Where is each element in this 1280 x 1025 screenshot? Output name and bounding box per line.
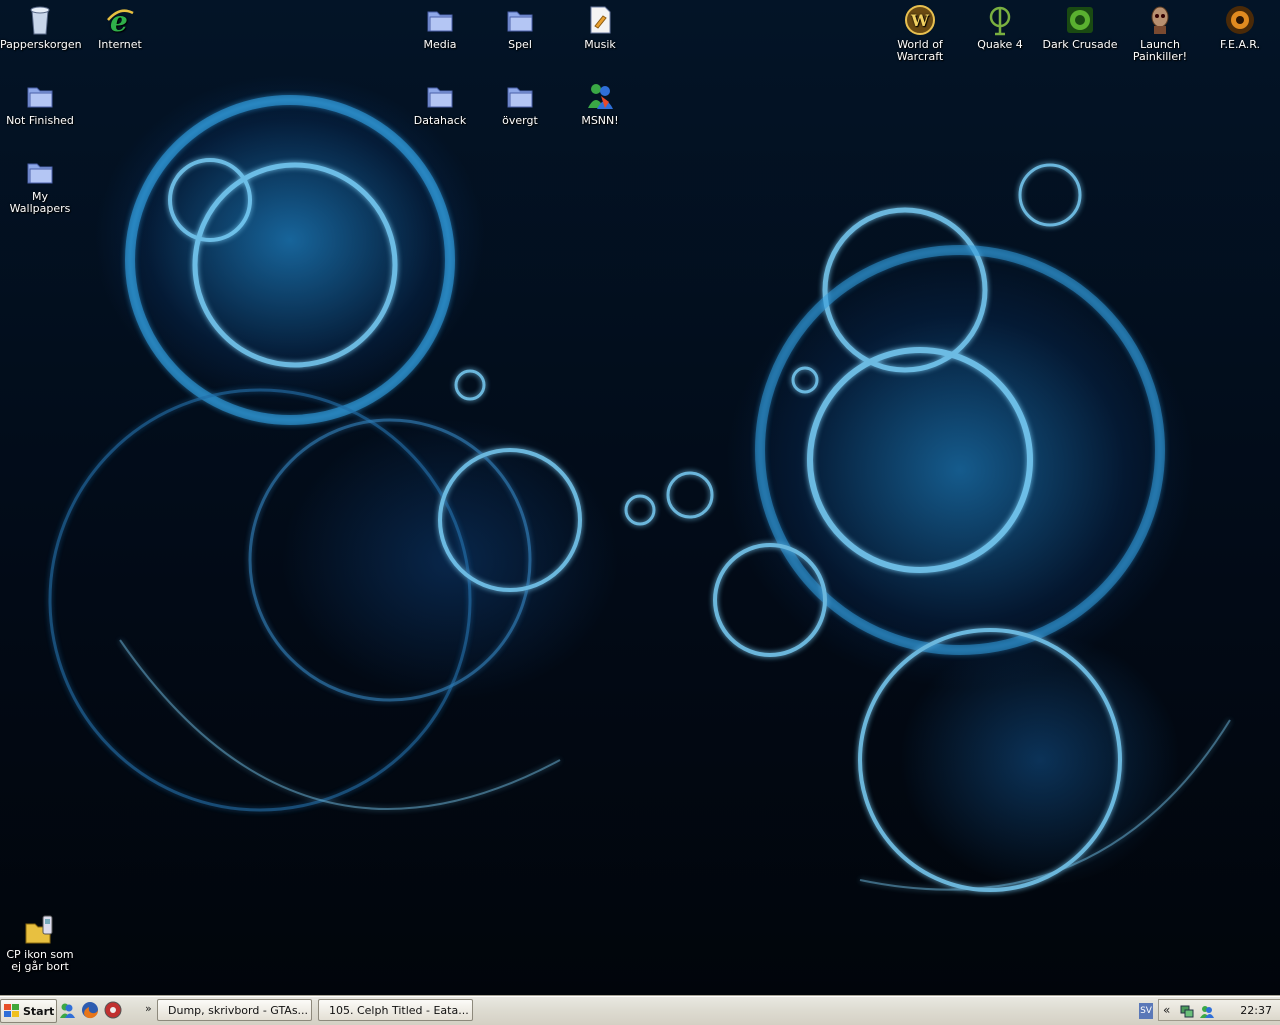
wallpaper-bubbles-art <box>48 95 1231 892</box>
desktop-icon-dark-crusade[interactable]: Dark Crusade <box>1040 4 1120 51</box>
desktop-icon-label: Not Finished <box>6 114 74 127</box>
messenger-tray-icon[interactable] <box>1199 1003 1215 1019</box>
desktop-icon-label: CP ikon som ej går bort <box>6 948 74 973</box>
desktop-icon-cp-ikon[interactable]: CP ikon som ej går bort <box>0 914 80 973</box>
desktop-icon-label: Quake 4 <box>977 38 1023 51</box>
desktop-icon-overgt[interactable]: övergt <box>480 80 560 127</box>
desktop-icon-spel[interactable]: Spel <box>480 4 560 51</box>
phone-folder-icon <box>25 915 53 944</box>
folder-icon <box>27 163 53 184</box>
taskbar-task-firefox[interactable]: Dump, skrivbord - GTAs... <box>157 999 312 1021</box>
desktop-icon-world-of-warcraft[interactable]: W World of Warcraft <box>880 4 960 63</box>
desktop-icon-not-finished[interactable]: Not Finished <box>0 80 80 127</box>
desktop-icon-label: Media <box>423 38 457 51</box>
folder-icon <box>27 87 53 108</box>
desktop-icon-label: Spel <box>508 38 532 51</box>
desktop-icon-launch-painkiller[interactable]: Launch Painkiller! <box>1120 4 1200 63</box>
folder-icon <box>427 87 453 108</box>
msn-messenger-icon <box>588 84 613 109</box>
fear-icon <box>1226 6 1254 34</box>
desktop-icon-fear[interactable]: F.E.A.R. <box>1200 4 1280 51</box>
desktop-icon-musik[interactable]: Musik <box>560 4 640 51</box>
clock[interactable]: 22:37 <box>1240 1004 1272 1017</box>
language-indicator[interactable]: SV <box>1139 1003 1153 1019</box>
system-tray: SV « 22:37 <box>1139 999 1280 1021</box>
desktop-icon-label: Launch Painkiller! <box>1132 38 1188 63</box>
windows-logo-icon <box>4 1004 19 1017</box>
desktop[interactable]: Papperskorgen e Internet Not Finished My… <box>0 0 1280 996</box>
recycle-bin-icon <box>30 6 50 35</box>
painkiller-icon <box>1151 6 1169 34</box>
desktop-icon-quake-4[interactable]: Quake 4 <box>960 4 1040 51</box>
media-player-icon[interactable] <box>104 1001 122 1019</box>
desktop-icon-label: Datahack <box>413 114 467 127</box>
folder-icon <box>427 11 453 32</box>
desktop-icon-label: Internet <box>98 38 142 51</box>
quake-4-icon <box>989 6 1011 36</box>
music-file-icon <box>590 6 611 34</box>
world-of-warcraft-icon: W <box>905 5 935 35</box>
desktop-icon-internet[interactable]: e Internet <box>80 4 160 51</box>
taskbar-task-winamp[interactable]: 105. Celph Titled - Eata... <box>318 999 473 1021</box>
desktop-icon-media[interactable]: Media <box>400 4 480 51</box>
desktop-icon-label: F.E.A.R. <box>1219 38 1261 51</box>
desktop-icon-label: My Wallpapers <box>9 190 71 215</box>
desktop-icon-my-wallpapers[interactable]: My Wallpapers <box>0 156 80 215</box>
folder-icon <box>507 11 533 32</box>
desktop-icon-msnn[interactable]: MSNN! <box>560 80 640 127</box>
desktop-icon-datahack[interactable]: Datahack <box>400 80 480 127</box>
task-label: Dump, skrivbord - GTAs... <box>168 1003 309 1017</box>
dark-crusade-icon <box>1067 7 1093 33</box>
folder-icon <box>507 87 533 108</box>
quick-launch-chevron-icon[interactable]: » <box>145 1002 152 1015</box>
taskbar: Start » Dump, skrivbord - GTAs... 105. C… <box>0 996 1280 1025</box>
task-label: 105. Celph Titled - Eata... <box>329 1003 469 1017</box>
desktop-icon-label: World of Warcraft <box>896 38 944 63</box>
internet-explorer-icon: e <box>107 5 134 36</box>
desktop-icon-label: Papperskorgen <box>0 38 82 51</box>
desktop-icon-recycle-bin[interactable]: Papperskorgen <box>0 4 82 51</box>
tray-expand-chevron-icon[interactable]: « <box>1163 1003 1170 1017</box>
msn-icon[interactable] <box>58 1001 76 1019</box>
desktop-icon-label: övergt <box>502 114 538 127</box>
network-icon[interactable] <box>1179 1003 1195 1019</box>
desktop-icon-label: Dark Crusade <box>1042 38 1118 51</box>
start-label: Start <box>23 1004 55 1018</box>
svg-text:W: W <box>910 11 930 30</box>
desktop-icon-label: Musik <box>584 38 616 51</box>
firefox-icon[interactable] <box>81 1001 99 1019</box>
desktop-icon-label: MSNN! <box>581 114 619 127</box>
start-button[interactable]: Start <box>0 999 57 1023</box>
